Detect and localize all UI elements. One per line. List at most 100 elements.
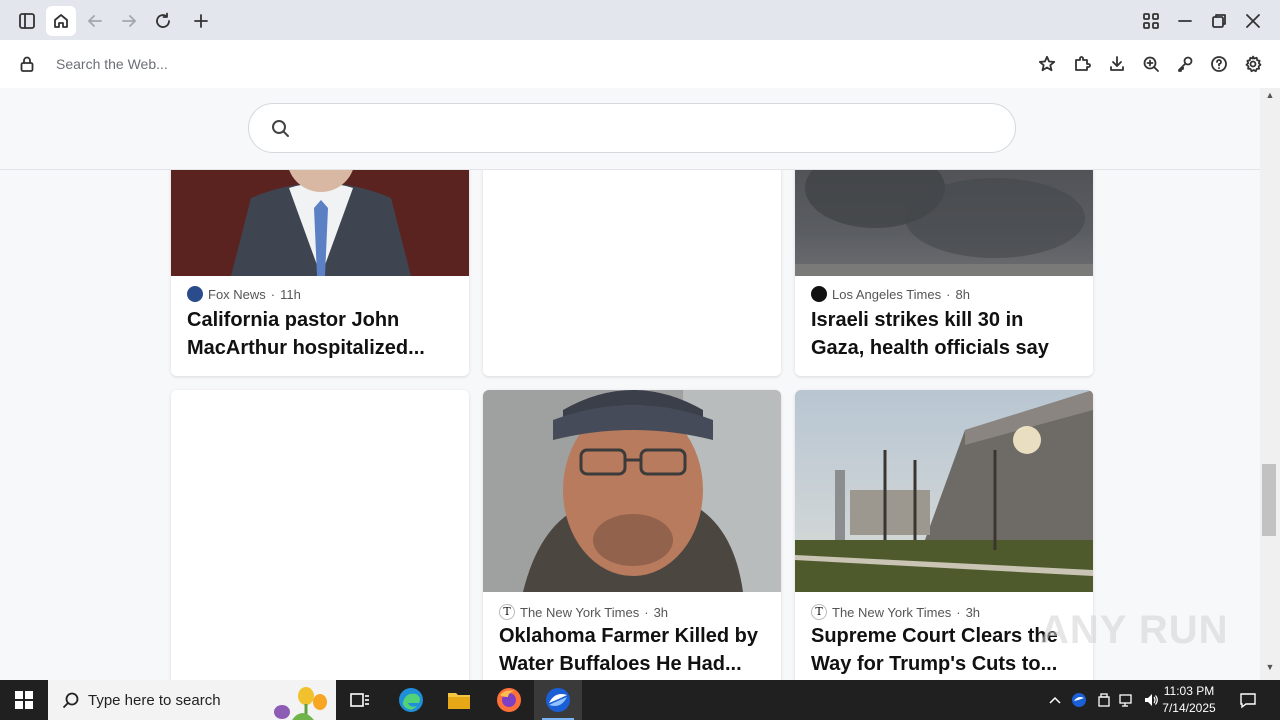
address-bar-row (0, 40, 1280, 88)
card-time: 8h (955, 286, 970, 302)
speaker-icon (1145, 694, 1158, 706)
help-icon (1211, 56, 1227, 72)
browser-taskbar-button[interactable] (534, 680, 582, 720)
nyt-logo-icon: T (811, 604, 827, 620)
clock-time: 11:03 PM (1163, 684, 1215, 698)
page-scrollbar[interactable]: ▲ ▼ (1260, 88, 1280, 680)
settings-icon (1245, 55, 1262, 73)
taskbar-search-box[interactable]: Type here to search (48, 680, 336, 720)
close-button[interactable] (1238, 6, 1268, 36)
windows-taskbar: Type here to search 11:03 PM 7/14/2025 (0, 680, 1280, 720)
tray-app-button[interactable] (1068, 680, 1090, 720)
search-icon (272, 120, 289, 137)
search-icon (62, 692, 79, 709)
minimize-button[interactable] (1170, 6, 1200, 36)
clock-date: 7/14/2025 (1162, 701, 1216, 715)
download-icon (1110, 56, 1124, 71)
sticky-search-header (0, 88, 1260, 170)
task-view-button[interactable] (336, 680, 384, 720)
extensions-icon (1075, 56, 1091, 71)
building-trees-photo (795, 390, 1093, 592)
key-icon (1178, 56, 1193, 72)
tray-app-icon (1072, 693, 1086, 707)
close-icon (1246, 14, 1260, 28)
card-headline[interactable]: Israeli strikes kill 30 in Gaza, health … (811, 306, 1081, 362)
reload-icon (156, 12, 170, 28)
notifications-button[interactable] (1232, 680, 1264, 720)
task-view-icon (350, 693, 369, 707)
back-button[interactable] (80, 6, 110, 36)
tab-overview-button[interactable] (1136, 6, 1166, 36)
bookmark-button[interactable] (1035, 52, 1059, 76)
news-card[interactable]: T The New York Times · 3h Oklahoma Farme… (483, 390, 781, 680)
firefox-taskbar-button[interactable] (485, 680, 533, 720)
card-source-line: Fox News · 11h (187, 286, 301, 302)
back-icon (88, 15, 102, 27)
reload-button[interactable] (148, 6, 178, 36)
start-button[interactable] (0, 680, 48, 720)
la-times-logo-icon (811, 286, 827, 302)
windows-logo-icon (15, 691, 33, 709)
scroll-up-arrow-icon[interactable]: ▲ (1264, 90, 1276, 102)
network-button[interactable] (1116, 680, 1138, 720)
card-headline[interactable]: California pastor John MacArthur hospita… (187, 306, 457, 362)
card-time: 11h (280, 286, 301, 302)
notification-icon (1240, 693, 1256, 709)
file-explorer-taskbar-button[interactable] (435, 680, 483, 720)
card-source: The New York Times (520, 604, 640, 620)
anyrun-watermark: ANY RUN (1040, 608, 1229, 652)
tulips-decoration-icon (274, 687, 327, 720)
settings-button[interactable] (1241, 52, 1265, 76)
passwords-button[interactable] (1173, 52, 1197, 76)
taskbar-search-text: Type here to search (88, 691, 221, 709)
extensions-button[interactable] (1070, 52, 1094, 76)
lock-icon (20, 56, 34, 72)
scroll-down-arrow-icon[interactable]: ▼ (1264, 662, 1276, 674)
news-card-blank[interactable] (171, 390, 469, 680)
sidebar-icon (19, 13, 35, 29)
sidebar-toggle-button[interactable] (12, 6, 42, 36)
tray-usb-button[interactable] (1093, 680, 1115, 720)
man-selfie-photo (483, 390, 781, 592)
address-input[interactable] (46, 48, 1036, 80)
tab-grid-icon (1143, 13, 1159, 29)
restore-button[interactable] (1204, 6, 1234, 36)
network-icon (1119, 694, 1132, 707)
help-button[interactable] (1207, 52, 1231, 76)
usb-device-icon (1098, 693, 1110, 707)
folder-icon (448, 693, 470, 709)
site-info-button[interactable] (15, 52, 39, 76)
show-hidden-icons-button[interactable] (1045, 680, 1065, 720)
card-separator: · (644, 604, 649, 620)
scrollbar-thumb[interactable] (1262, 464, 1276, 536)
nyt-logo-icon: T (499, 604, 515, 620)
bookmark-star-icon (1038, 55, 1056, 72)
fox-news-logo-icon (187, 286, 203, 302)
page-search-box[interactable] (248, 103, 1016, 153)
page-search-input[interactable] (305, 114, 995, 144)
chevron-up-icon (1049, 696, 1061, 704)
minimize-icon (1178, 20, 1192, 22)
home-icon (54, 14, 68, 28)
card-source: Fox News (208, 286, 266, 302)
restore-icon (1212, 14, 1226, 28)
downloads-button[interactable] (1105, 52, 1129, 76)
new-tab-button[interactable] (186, 6, 216, 36)
new-tab-icon (194, 14, 208, 28)
home-button[interactable] (46, 6, 76, 36)
zoom-icon (1143, 56, 1159, 72)
edge-icon (399, 688, 423, 712)
edge-taskbar-button[interactable] (387, 680, 435, 720)
forward-icon (122, 15, 136, 27)
card-headline[interactable]: Oklahoma Farmer Killed by Water Buffaloe… (499, 622, 769, 678)
firefox-icon (497, 688, 521, 712)
new-tab-page: Fox News · 11h California pastor John Ma… (0, 88, 1260, 680)
card-source: Los Angeles Times (832, 286, 942, 302)
zoom-button[interactable] (1139, 52, 1163, 76)
taskbar-clock[interactable]: 11:03 PM 7/14/2025 (1158, 683, 1220, 717)
card-source-line: T The New York Times · 3h (811, 604, 980, 620)
card-separator: · (956, 604, 961, 620)
forward-button[interactable] (114, 6, 144, 36)
card-source-line: Los Angeles Times · 8h (811, 286, 970, 302)
card-time: 3h (965, 604, 981, 620)
